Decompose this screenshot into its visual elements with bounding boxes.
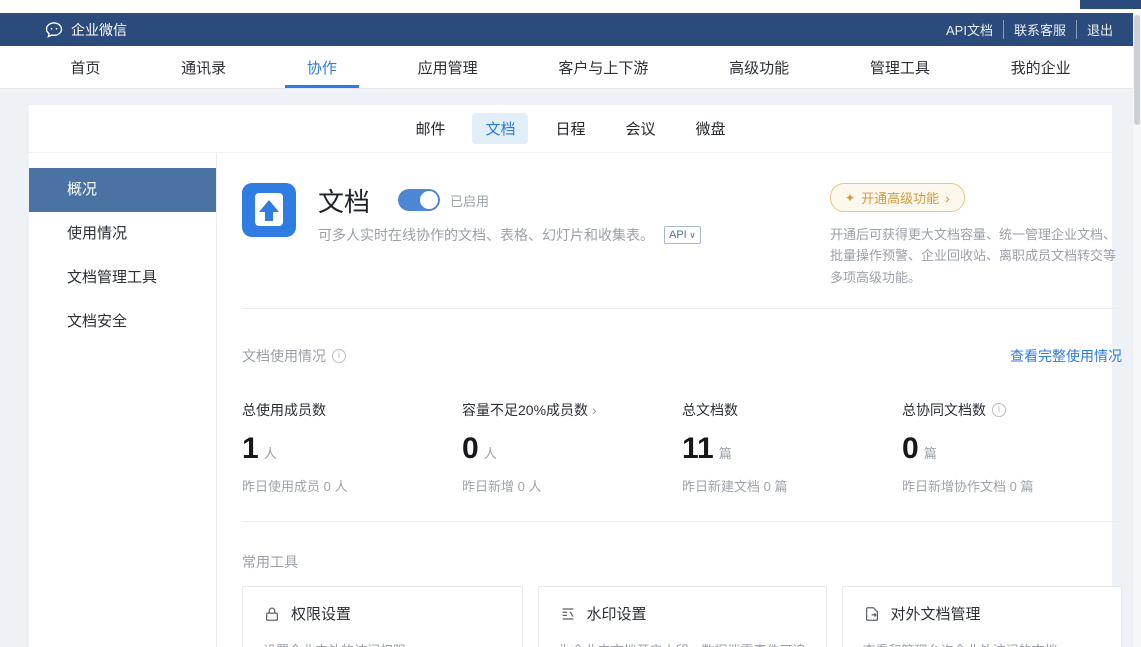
stat-total-docs: 总文档数 11 篇 昨日新建文档 0 篇 bbox=[682, 400, 902, 495]
nav-item-my-company[interactable]: 我的企业 bbox=[1005, 46, 1077, 88]
stat-unit: 篇 bbox=[719, 443, 732, 462]
brand: 企业微信 bbox=[44, 20, 127, 40]
stat-subtext: 昨日新增协作文档 0 篇 bbox=[902, 476, 1122, 495]
nav-item-customers[interactable]: 客户与上下游 bbox=[552, 46, 654, 88]
page-background: 邮件 文档 日程 会议 微盘 概况 使用情况 文档管理工具 文档安全 bbox=[0, 89, 1141, 647]
main-nav: 首页 通讯录 协作 应用管理 客户与上下游 高级功能 管理工具 我的企业 bbox=[0, 46, 1141, 89]
tool-card-description: 设置企业内外的访问权限 bbox=[263, 640, 502, 647]
app-header-bar: 企业微信 API文档 联系客服 退出 bbox=[0, 13, 1141, 46]
stat-label-text: 总使用成员数 bbox=[242, 400, 326, 420]
stat-unit: 人 bbox=[484, 443, 497, 462]
subtab-docs[interactable]: 文档 bbox=[472, 113, 528, 144]
nav-item-home[interactable]: 首页 bbox=[64, 46, 106, 88]
tool-card-watermark[interactable]: 水印设置 为企业内文档开启水印，数据泄露事件可追 bbox=[538, 586, 827, 647]
app-description: 可多人实时在线协作的文档、表格、幻灯片和收集表。 bbox=[318, 225, 654, 245]
subtab-calendar[interactable]: 日程 bbox=[542, 113, 598, 144]
docs-overview-panel: 文档 已启用 可多人实时在线协作的文档、表格、幻灯片和收集表。 API bbox=[217, 153, 1141, 647]
stat-label: 总使用成员数 bbox=[242, 400, 462, 420]
tool-card-title: 权限设置 bbox=[291, 603, 351, 624]
wecom-logo-icon bbox=[44, 20, 64, 40]
top-right-corner-block bbox=[1080, 0, 1141, 9]
usage-stats: 总使用成员数 1 人 昨日使用成员 0 人 容量不足20%成员数 bbox=[242, 400, 1122, 495]
tool-card-title: 对外文档管理 bbox=[891, 603, 981, 624]
stat-label-text: 总文档数 bbox=[682, 400, 738, 420]
scrollbar-thumb[interactable] bbox=[1134, 15, 1140, 125]
nav-item-advanced-features[interactable]: 高级功能 bbox=[723, 46, 795, 88]
stat-unit: 篇 bbox=[924, 443, 937, 462]
enable-toggle[interactable] bbox=[398, 189, 440, 211]
enable-status-label: 已启用 bbox=[450, 191, 489, 210]
stat-label-link[interactable]: 容量不足20%成员数 bbox=[462, 400, 682, 420]
brand-name: 企业微信 bbox=[71, 20, 127, 40]
upgrade-button-label: 开通高级功能 bbox=[861, 188, 939, 207]
stat-total-members: 总使用成员数 1 人 昨日使用成员 0 人 bbox=[242, 400, 462, 495]
sidebar-item-doc-security[interactable]: 文档安全 bbox=[29, 300, 216, 344]
stat-label: 总文档数 bbox=[682, 400, 902, 420]
header-link-contact-support[interactable]: 联系客服 bbox=[1003, 20, 1076, 39]
subtab-mail[interactable]: 邮件 bbox=[402, 113, 458, 144]
page-scrollbar[interactable] bbox=[1133, 13, 1141, 647]
tools-section-title-text: 常用工具 bbox=[242, 552, 298, 572]
tools-section-title: 常用工具 bbox=[242, 552, 1122, 572]
nav-item-app-management[interactable]: 应用管理 bbox=[412, 46, 484, 88]
tool-card-description: 为企业内文档开启水印，数据泄露事件可追 bbox=[559, 640, 806, 647]
stat-subtext: 昨日新增 0 人 bbox=[462, 476, 682, 495]
header-links: API文档 联系客服 退出 bbox=[936, 20, 1123, 39]
stat-value: 1 bbox=[242, 432, 259, 466]
subtab-drive[interactable]: 微盘 bbox=[683, 113, 739, 144]
usage-section-title: 文档使用情况 bbox=[242, 346, 346, 366]
nav-item-collaboration[interactable]: 协作 bbox=[301, 46, 343, 88]
docs-sidebar: 概况 使用情况 文档管理工具 文档安全 bbox=[29, 153, 217, 647]
tool-card-external-docs[interactable]: 对外文档管理 查看和管理允许企业外访问的文档 bbox=[842, 586, 1123, 647]
info-icon[interactable] bbox=[332, 349, 346, 363]
divider bbox=[242, 308, 1122, 309]
sparkle-icon: ✦ bbox=[845, 191, 855, 205]
app-title: 文档 bbox=[318, 182, 370, 219]
stat-label-text: 容量不足20%成员数 bbox=[462, 400, 588, 420]
stat-low-capacity-members: 容量不足20%成员数 0 人 昨日新增 0 人 bbox=[462, 400, 682, 495]
external-doc-icon bbox=[863, 605, 881, 623]
lock-icon bbox=[263, 605, 281, 623]
stat-unit: 人 bbox=[264, 443, 277, 462]
sidebar-item-overview[interactable]: 概况 bbox=[29, 168, 216, 212]
info-icon[interactable] bbox=[992, 403, 1006, 417]
stat-value: 11 bbox=[682, 432, 714, 466]
stat-value: 0 bbox=[462, 432, 479, 466]
main-card: 邮件 文档 日程 会议 微盘 概况 使用情况 文档管理工具 文档安全 bbox=[29, 105, 1112, 647]
watermark-icon bbox=[559, 605, 577, 623]
sidebar-item-usage[interactable]: 使用情况 bbox=[29, 212, 216, 256]
tool-card-permissions[interactable]: 权限设置 设置企业内外的访问权限 bbox=[242, 586, 523, 647]
upgrade-button[interactable]: ✦ 开通高级功能 bbox=[830, 183, 965, 212]
header-link-api-docs[interactable]: API文档 bbox=[936, 20, 1003, 39]
nav-item-contacts[interactable]: 通讯录 bbox=[175, 46, 232, 88]
stat-label: 总协同文档数 bbox=[902, 400, 1122, 420]
sidebar-item-doc-tools[interactable]: 文档管理工具 bbox=[29, 256, 216, 300]
divider bbox=[242, 521, 1122, 522]
docs-app-icon bbox=[242, 183, 296, 237]
collaboration-subtabs: 邮件 文档 日程 会议 微盘 bbox=[29, 105, 1112, 153]
view-full-usage-link[interactable]: 查看完整使用情况 bbox=[1010, 346, 1122, 366]
subtab-meeting[interactable]: 会议 bbox=[613, 113, 669, 144]
app-summary: 文档 已启用 可多人实时在线协作的文档、表格、幻灯片和收集表。 API bbox=[242, 183, 1122, 288]
stat-value: 0 bbox=[902, 432, 919, 466]
usage-section-title-text: 文档使用情况 bbox=[242, 346, 326, 366]
stat-label-text: 总协同文档数 bbox=[902, 400, 986, 420]
stat-collaborative-docs: 总协同文档数 0 篇 昨日新增协作文档 0 篇 bbox=[902, 400, 1122, 495]
common-tools: 权限设置 设置企业内外的访问权限 水印设置 为企业内文档开启水印，数据泄露事件可… bbox=[242, 586, 1122, 647]
browser-top-strip bbox=[0, 0, 1141, 13]
nav-item-admin-tools[interactable]: 管理工具 bbox=[864, 46, 936, 88]
stat-subtext: 昨日使用成员 0 人 bbox=[242, 476, 462, 495]
api-dropdown-tag[interactable]: API bbox=[664, 226, 701, 244]
stat-subtext: 昨日新建文档 0 篇 bbox=[682, 476, 902, 495]
toggle-knob-icon bbox=[420, 191, 438, 209]
header-link-logout[interactable]: 退出 bbox=[1076, 20, 1123, 39]
upgrade-panel: ✦ 开通高级功能 开通后可获得更大文档容量、统一管理企业文档、批量操作预警、企业… bbox=[830, 183, 1122, 288]
tool-card-title: 水印设置 bbox=[587, 603, 647, 624]
tool-card-description: 查看和管理允许企业外访问的文档 bbox=[863, 640, 1102, 647]
upgrade-description: 开通后可获得更大文档容量、统一管理企业文档、批量操作预警、企业回收站、离职成员文… bbox=[830, 224, 1122, 288]
